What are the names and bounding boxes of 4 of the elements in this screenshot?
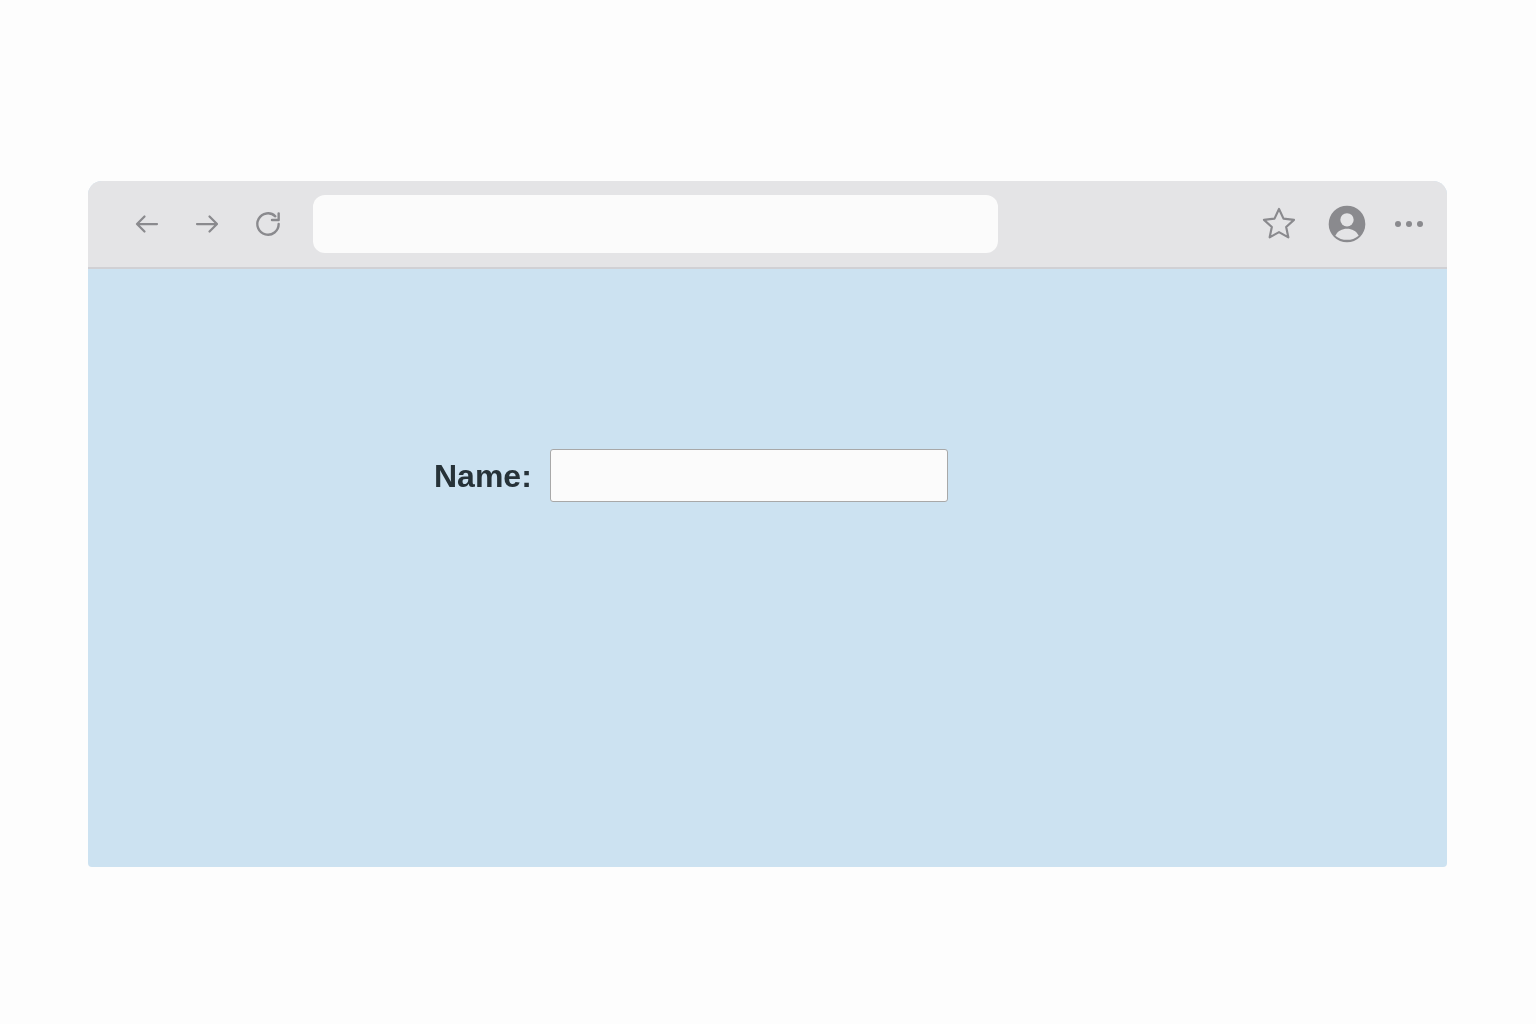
more-icon[interactable] (1393, 219, 1425, 229)
name-label: Name: (434, 456, 532, 496)
name-field[interactable] (549, 449, 948, 502)
account-icon[interactable] (1327, 204, 1367, 244)
